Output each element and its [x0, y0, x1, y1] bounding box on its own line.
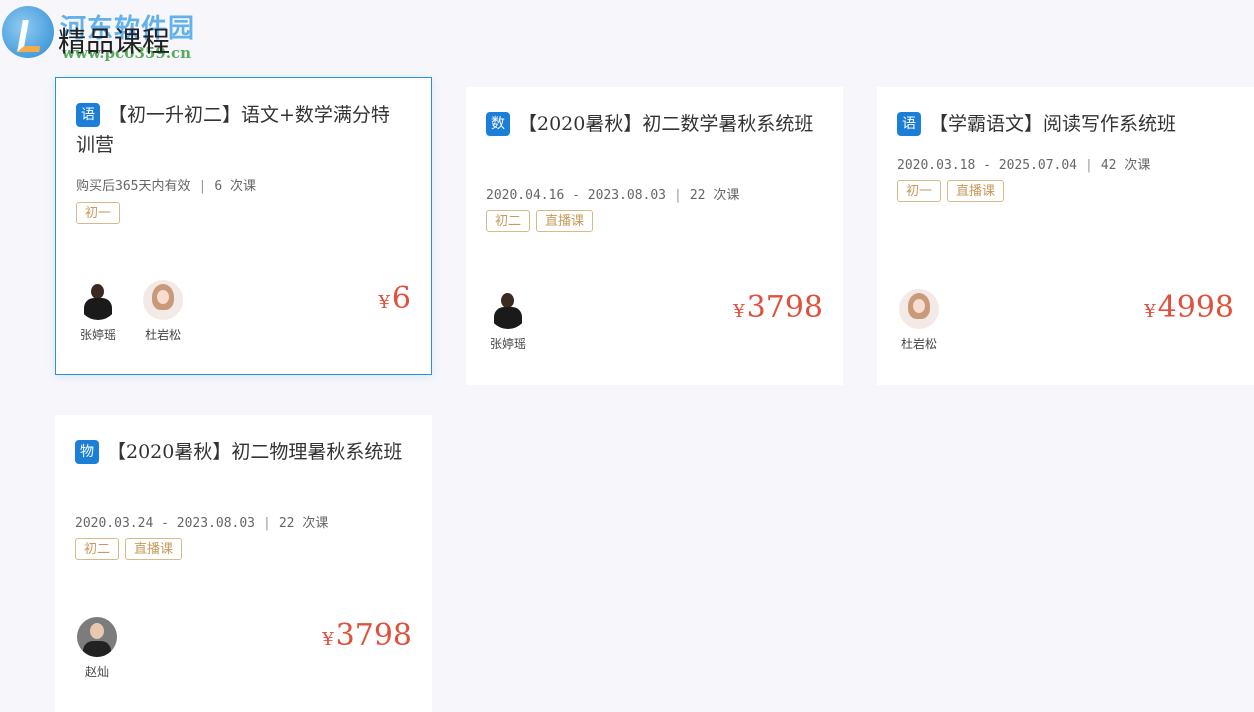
course-tags: 初二 直播课: [486, 210, 599, 232]
teacher-list: 张婷瑶 杜岩松: [76, 280, 201, 343]
teacher-name: 杜岩松: [900, 337, 937, 351]
course-price: ¥3798: [322, 618, 412, 653]
meta-separator: |: [198, 179, 207, 194]
course-meta: 2020.04.16 - 2023.08.03 | 22 次课: [486, 184, 739, 203]
course-dates: 2020.03.18 - 2025.07.04: [897, 158, 1078, 173]
course-tags: 初一: [76, 202, 126, 224]
price-value: 6: [391, 281, 411, 316]
teacher[interactable]: 张婷瑶: [76, 280, 120, 343]
live-tag: 直播课: [947, 180, 1005, 202]
course-validity: 购买后365天内有效: [76, 179, 191, 194]
subject-badge: 物: [75, 440, 99, 464]
course-card[interactable]: 语【学霸语文】阅读写作系统班 2020.03.18 - 2025.07.04 | 4…: [877, 87, 1254, 385]
grade-tag: 初一: [76, 202, 121, 224]
course-lessons: 6 次课: [214, 179, 256, 194]
currency-symbol: ¥: [733, 301, 745, 322]
teacher[interactable]: 赵灿: [75, 617, 119, 680]
grade-tag: 初二: [75, 538, 120, 560]
course-title-text: 【学霸语文】阅读写作系统班: [929, 113, 1177, 135]
teacher-avatar: [77, 617, 117, 657]
price-value: 3798: [746, 290, 823, 325]
course-price: ¥6: [378, 281, 411, 316]
live-tag: 直播课: [536, 210, 594, 232]
teacher[interactable]: 张婷瑶: [486, 289, 530, 352]
course-title-text: 【2020暑秋】初二物理暑秋系统班: [107, 441, 403, 463]
course-title-text: 【2020暑秋】初二数学暑秋系统班: [518, 113, 814, 135]
teacher-name: 赵灿: [84, 665, 109, 679]
meta-separator: |: [1085, 158, 1093, 173]
teacher-name: 张婷瑶: [489, 337, 526, 351]
section-title: 精品课程: [58, 25, 171, 58]
teacher-avatar: [78, 280, 118, 320]
currency-symbol: ¥: [378, 292, 390, 313]
course-meta: 购买后365天内有效 | 6 次课: [76, 175, 256, 194]
watermark-logo-icon: [2, 6, 54, 58]
currency-symbol: ¥: [322, 629, 334, 650]
course-card[interactable]: 语【初一升初二】语文+数学满分特训营 购买后365天内有效 | 6 次课 初一 张婷…: [55, 77, 432, 375]
teacher-avatar: [143, 280, 184, 320]
course-card[interactable]: 数【2020暑秋】初二数学暑秋系统班 2020.04.16 - 2023.08.…: [466, 87, 843, 385]
teacher-list: 张婷瑶: [486, 289, 546, 352]
grade-tag: 初二: [486, 210, 531, 232]
course-title[interactable]: 物【2020暑秋】初二物理暑秋系统班: [75, 437, 405, 467]
course-tags: 初一 直播课: [897, 180, 1010, 202]
price-value: 4998: [1157, 290, 1234, 325]
course-tags: 初二 直播课: [75, 538, 188, 560]
course-meta: 2020.03.18 - 2025.07.04 | 42 次课: [897, 154, 1150, 173]
course-card[interactable]: 物【2020暑秋】初二物理暑秋系统班 2020.03.24 - 2023.08.…: [55, 415, 432, 712]
course-page: 河东软件园 www.pc0359.cn 精品课程 语【初一升初二】语文+数学满分…: [0, 0, 1254, 712]
currency-symbol: ¥: [1144, 301, 1156, 322]
subject-badge: 语: [897, 112, 921, 136]
course-title[interactable]: 数【2020暑秋】初二数学暑秋系统班: [486, 109, 816, 139]
grade-tag: 初一: [897, 180, 942, 202]
course-title-text: 【初一升初二】语文+数学满分特训营: [76, 104, 390, 156]
teacher-avatar: [488, 289, 528, 329]
course-lessons: 42 次课: [1100, 158, 1151, 173]
course-title[interactable]: 语【学霸语文】阅读写作系统班: [897, 109, 1227, 139]
subject-badge: 语: [76, 103, 100, 127]
course-price: ¥3798: [733, 290, 823, 325]
meta-separator: |: [263, 516, 271, 531]
price-value: 3798: [335, 618, 412, 653]
teacher[interactable]: 杜岩松: [141, 280, 185, 343]
course-lessons: 22 次课: [689, 188, 740, 203]
course-lessons: 22 次课: [278, 516, 329, 531]
teacher-list: 杜岩松: [897, 289, 957, 352]
teacher-name: 杜岩松: [145, 328, 182, 342]
teacher-name: 张婷瑶: [79, 328, 116, 342]
live-tag: 直播课: [125, 538, 183, 560]
subject-badge: 数: [486, 112, 510, 136]
teacher-list: 赵灿: [75, 617, 135, 680]
teacher[interactable]: 杜岩松: [897, 289, 941, 352]
course-price: ¥4998: [1144, 290, 1234, 325]
course-title[interactable]: 语【初一升初二】语文+数学满分特训营: [76, 100, 406, 160]
course-dates: 2020.03.24 - 2023.08.03: [75, 516, 256, 531]
course-meta: 2020.03.24 - 2023.08.03 | 22 次课: [75, 512, 328, 531]
meta-separator: |: [674, 188, 682, 203]
course-dates: 2020.04.16 - 2023.08.03: [486, 188, 667, 203]
teacher-avatar: [899, 289, 939, 329]
